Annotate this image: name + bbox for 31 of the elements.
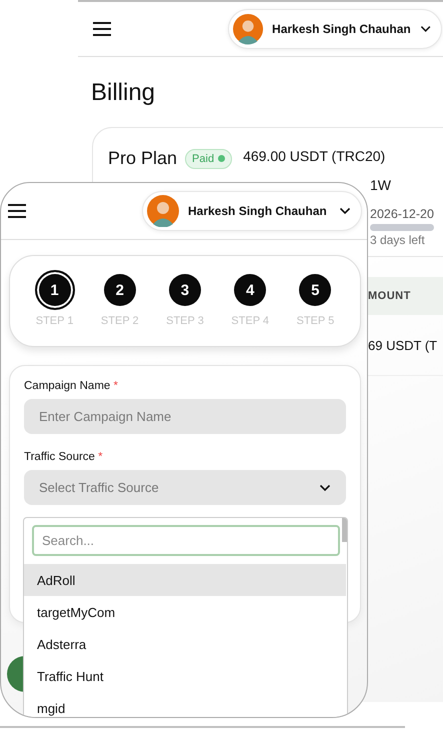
plan-price: 469.00 USDT (TRC20)	[243, 148, 386, 164]
plan-name: Pro Plan	[108, 148, 178, 169]
step-number[interactable]: 5	[299, 274, 332, 306]
step-number[interactable]: 2	[104, 274, 136, 306]
step-number[interactable]: 4	[234, 274, 266, 306]
dropdown-option[interactable]: targetMyCom	[24, 596, 346, 628]
days-left: 3 days left	[370, 233, 426, 247]
step-number[interactable]: 3	[168, 274, 201, 306]
plan-detail: 1W	[370, 177, 392, 193]
search-field[interactable]: Search...	[32, 525, 340, 556]
step-label: STEP 5	[296, 315, 334, 327]
page-title: Billing	[91, 79, 156, 107]
step-label: STEP 3	[166, 315, 204, 327]
column-header: MOUNT	[368, 290, 411, 302]
user-menu-button[interactable]: Harkesh Singh Chauhan	[228, 9, 442, 49]
input-field[interactable]: Enter Campaign Name	[24, 399, 346, 434]
status-badge: Paid	[185, 148, 232, 168]
plan-detail: 2026-12-20	[370, 207, 435, 221]
dropdown-option[interactable]: AdRoll	[24, 564, 346, 596]
step-label: STEP 2	[100, 315, 139, 327]
step-label: STEP 4	[231, 315, 270, 327]
field-label: Campaign Name *	[24, 380, 119, 392]
select-field[interactable]: Select Traffic Source	[24, 470, 346, 505]
step-label: STEP 1	[36, 315, 74, 327]
table-cell: 69 USDT (T	[368, 338, 438, 352]
dropdown-option[interactable]: mgid	[24, 692, 346, 717]
user-menu-button[interactable]: Harkesh Singh Chauhan	[142, 191, 362, 231]
field-label: Traffic Source *	[24, 451, 104, 463]
dropdown-option[interactable]: Traffic Hunt	[24, 660, 346, 692]
step-number[interactable]: 1	[34, 270, 75, 310]
dropdown-option[interactable]: Adsterra	[24, 628, 346, 660]
